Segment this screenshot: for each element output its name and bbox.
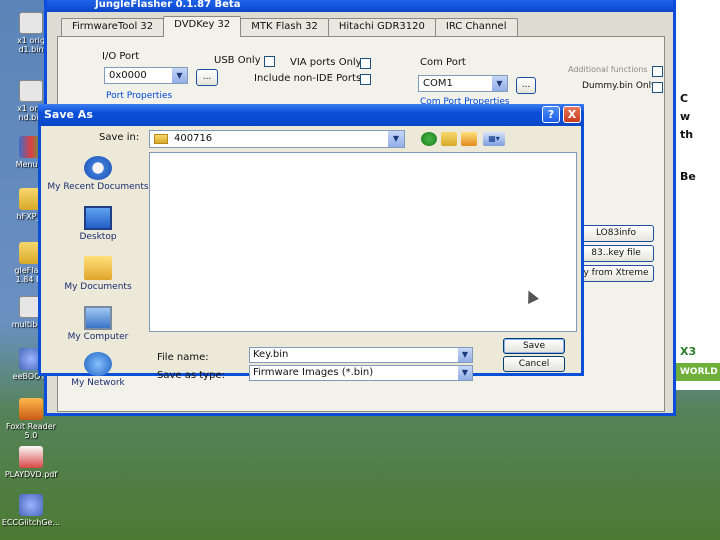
file-name-value: Key.bin xyxy=(253,349,289,360)
file-name-label: File name: xyxy=(157,352,209,363)
tab-hitachi[interactable]: Hitachi GDR3120 xyxy=(327,18,436,36)
tab-firmwaretool[interactable]: FirmwareTool 32 xyxy=(61,18,165,36)
place-label: My Network xyxy=(71,378,125,388)
tab-dvdkey[interactable]: DVDKey 32 xyxy=(163,16,242,37)
app-icon xyxy=(19,494,43,516)
non-ide-label: Include non-IDE Ports xyxy=(254,73,362,84)
chevron-down-icon: ▼ xyxy=(172,68,187,83)
tab-irc-channel[interactable]: IRC Channel xyxy=(434,18,518,36)
place-my-documents[interactable]: My Documents xyxy=(45,256,151,292)
com-browse-button[interactable]: ... xyxy=(516,77,536,94)
chevron-down-icon: ▼ xyxy=(388,131,404,147)
chevron-down-icon[interactable]: ▼ xyxy=(458,366,472,380)
desktop-icon xyxy=(84,206,112,230)
folder-icon xyxy=(154,134,168,144)
non-ide-checkbox[interactable] xyxy=(360,74,371,85)
ad-text: Be xyxy=(680,170,696,183)
reader-icon xyxy=(19,398,43,420)
io-browse-button[interactable]: ... xyxy=(196,69,218,86)
ad-panel: C w th Be xyxy=(676,0,720,390)
place-my-network[interactable]: My Network xyxy=(45,352,151,388)
via-ports-label: VIA ports Only xyxy=(290,57,362,68)
recent-documents-icon xyxy=(84,156,112,180)
place-label: My Recent Documents xyxy=(47,182,149,192)
additional-functions-label: Additional functions xyxy=(568,65,648,74)
save-as-type-select[interactable]: Firmware Images (*.bin) ▼ xyxy=(249,365,473,381)
com-port-select[interactable]: COM1 ▼ xyxy=(418,75,508,92)
place-label: My Computer xyxy=(67,332,129,342)
desktop-icon-label: x1 orig d1.bin xyxy=(17,36,45,54)
current-folder: 400716 xyxy=(174,133,213,144)
lo83info-button[interactable]: LO83info xyxy=(578,225,654,242)
save-as-type-label: Save as type: xyxy=(157,370,225,381)
port-properties-heading: Port Properties xyxy=(106,91,173,101)
pdf-icon xyxy=(19,446,43,468)
via-ports-checkbox[interactable] xyxy=(360,58,371,69)
place-label: My Documents xyxy=(64,282,132,292)
computer-icon xyxy=(84,306,112,330)
back-icon[interactable] xyxy=(421,132,437,146)
io-port-value: 0x0000 xyxy=(109,70,147,81)
com-port-label: Com Port xyxy=(420,57,466,68)
key-file-button[interactable]: 83..key file xyxy=(578,245,654,262)
file-icon xyxy=(19,12,43,34)
tab-mtk-flash[interactable]: MTK Flash 32 xyxy=(240,18,329,36)
cancel-button[interactable]: Cancel xyxy=(503,356,565,372)
desktop-icon[interactable]: ECCGlitchGe... xyxy=(0,494,62,527)
save-in-select[interactable]: 400716 ▼ xyxy=(149,130,405,148)
documents-folder-icon xyxy=(84,256,112,280)
ad-banner[interactable]: WORLD W xyxy=(676,363,720,381)
file-list[interactable] xyxy=(149,152,577,332)
desktop-icon-label: PLAYDVD.pdf xyxy=(4,470,58,479)
desktop-icon[interactable]: PLAYDVD.pdf xyxy=(0,446,62,479)
usb-only-checkbox[interactable] xyxy=(264,56,275,67)
desktop-icon-label: ECCGlitchGe... xyxy=(1,518,61,527)
chevron-down-icon[interactable]: ▼ xyxy=(458,348,472,362)
additional-functions-checkbox[interactable] xyxy=(652,66,663,77)
close-icon[interactable]: X xyxy=(563,106,581,123)
ad-text: th xyxy=(680,128,694,141)
save-as-type-value: Firmware Images (*.bin) xyxy=(253,367,374,378)
from-xtreme-button[interactable]: y from Xtreme xyxy=(578,265,654,282)
desktop-icon-label: Foxit Reader 5.0 xyxy=(6,422,56,440)
ad-x360-logo: X3 xyxy=(680,345,697,358)
ad-text: w xyxy=(680,110,691,123)
views-menu-icon[interactable]: ▦▾ xyxy=(483,132,505,146)
io-port-label: I/O Port xyxy=(102,51,140,62)
dialog-title: Save As xyxy=(44,108,93,121)
dummy-bin-label: Dummy.bin Only xyxy=(582,81,657,91)
up-folder-icon[interactable] xyxy=(441,132,457,146)
ad-text: C xyxy=(680,92,689,105)
save-as-dialog: Save As ? X My Recent Documents Desktop … xyxy=(38,104,584,388)
file-icon xyxy=(19,80,43,102)
help-icon[interactable]: ? xyxy=(542,106,560,123)
com-port-value: COM1 xyxy=(423,78,453,89)
dummy-bin-checkbox[interactable] xyxy=(652,82,663,93)
app-tab-strip: FirmwareTool 32 DVDKey 32 MTK Flash 32 H… xyxy=(61,16,518,37)
io-port-select[interactable]: 0x0000 ▼ xyxy=(104,67,188,84)
usb-only-label: USB Only xyxy=(214,55,261,66)
chevron-down-icon: ▼ xyxy=(492,76,507,91)
place-label: Desktop xyxy=(79,232,117,242)
dialog-titlebar: Save As ? X xyxy=(38,104,584,126)
save-in-label: Save in: xyxy=(99,132,140,143)
places-bar: My Recent Documents Desktop My Documents… xyxy=(45,130,151,388)
save-button[interactable]: Save xyxy=(503,338,565,354)
app-titlebar: JungleFlasher 0.1.87 Beta xyxy=(47,0,673,12)
place-my-computer[interactable]: My Computer xyxy=(45,306,151,342)
place-my-recent-documents[interactable]: My Recent Documents xyxy=(45,156,151,192)
network-icon xyxy=(84,352,112,376)
place-desktop[interactable]: Desktop xyxy=(45,206,151,242)
file-name-field[interactable]: Key.bin ▼ xyxy=(249,347,473,363)
new-folder-icon[interactable] xyxy=(461,132,477,146)
